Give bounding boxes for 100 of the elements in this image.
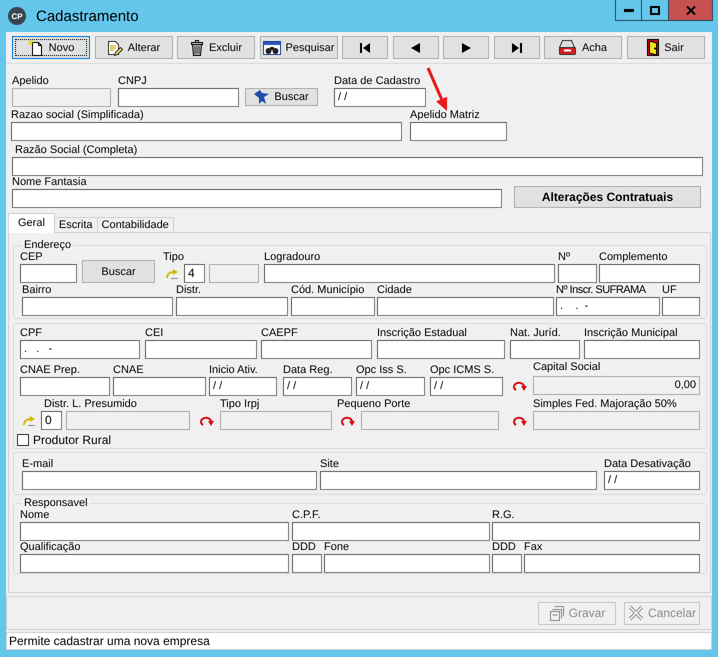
input-field[interactable] [558, 264, 597, 283]
field-label: Nome [20, 509, 50, 522]
binoculars-icon [262, 40, 281, 56]
input-field[interactable] [410, 122, 507, 141]
input-field[interactable] [261, 340, 372, 359]
circular-arrow-icon[interactable] [341, 416, 355, 426]
circular-arrow-icon[interactable] [513, 416, 527, 426]
field-label: Apelido Matriz [410, 109, 480, 122]
window-title: Cadastramento [36, 8, 139, 24]
search-button[interactable]: Buscar [82, 260, 155, 283]
input-field[interactable]: / / [209, 377, 277, 396]
field-label: Data Reg. [283, 364, 333, 377]
tab[interactable]: Geral [8, 213, 55, 233]
field-label: Cód. Município [291, 284, 364, 297]
left-triangle-icon [411, 42, 420, 52]
delete-button[interactable]: Excluir [177, 36, 255, 59]
circular-arrow-icon[interactable] [513, 380, 527, 390]
input-field[interactable] [20, 377, 110, 396]
previous-record-button[interactable] [392, 36, 438, 59]
field-label: Opc Iss S. [356, 364, 407, 377]
input-field[interactable]: . . - [556, 297, 660, 316]
next-record-button[interactable] [443, 36, 489, 59]
input-field[interactable] [320, 471, 597, 490]
input-field[interactable] [492, 522, 700, 541]
new-button[interactable]: Novo [12, 36, 90, 59]
field-label: Apelido [12, 75, 49, 88]
edit-button[interactable]: Alterar [94, 36, 172, 59]
field-label: Data Desativação [604, 458, 691, 471]
input-field[interactable] [145, 340, 257, 359]
minimize-button[interactable] [615, 0, 642, 21]
field-label: Nome Fantasia [12, 176, 87, 189]
field-label: CEI [145, 327, 164, 340]
input-field[interactable] [377, 340, 505, 359]
input-field[interactable] [292, 554, 322, 573]
curved-arrow-icon[interactable] [22, 416, 36, 426]
field-label: Tipo Irpj [220, 398, 260, 411]
field-label: Razao social (Simplificada) [11, 109, 144, 122]
input-field[interactable] [22, 297, 173, 316]
input-field[interactable]: / / [334, 88, 426, 107]
input-field[interactable] [113, 377, 206, 396]
input-field[interactable] [12, 189, 502, 208]
field-label: Opc ICMS S. [430, 364, 494, 377]
input-field[interactable] [12, 157, 703, 176]
field-label: CEP [20, 251, 43, 264]
minimize-icon [624, 8, 634, 12]
curved-arrow-icon[interactable] [165, 268, 179, 278]
field-label: Razão Social (Completa) [15, 144, 138, 157]
field-label: CNAE [113, 364, 144, 377]
field-label: R.G. [492, 509, 515, 522]
trash-icon [190, 40, 204, 56]
input-field[interactable] [324, 554, 490, 573]
input-field[interactable] [20, 264, 77, 283]
input-field[interactable]: / / [430, 377, 503, 396]
input-field[interactable] [492, 554, 522, 573]
input-field[interactable] [20, 554, 289, 573]
field-label: Cidade [377, 284, 412, 297]
find-button[interactable]: Acha [544, 36, 622, 59]
field-label: Simples Fed. Majoração 50% [533, 398, 677, 411]
field-label: Capital Social [533, 361, 600, 374]
input-field[interactable] [524, 554, 700, 573]
input-field[interactable]: . . - [20, 340, 140, 359]
input-field[interactable] [584, 340, 700, 359]
tab[interactable]: Contabilidade [96, 217, 174, 232]
input-field[interactable] [11, 122, 402, 141]
first-record-button[interactable] [342, 36, 388, 59]
input-field[interactable]: / / [356, 377, 425, 396]
input-field[interactable] [176, 297, 288, 316]
command-button[interactable]: Alterações Contratuais [514, 186, 701, 208]
field-label: CAEPF [261, 327, 298, 340]
input-field[interactable] [510, 340, 580, 359]
input-field[interactable] [662, 297, 700, 316]
exit-button[interactable]: Sair [626, 36, 704, 59]
save-icon [548, 605, 565, 621]
input-field[interactable] [377, 297, 554, 316]
input-field[interactable] [118, 88, 239, 107]
close-button[interactable] [668, 0, 713, 21]
input-field[interactable] [292, 522, 490, 541]
search-button[interactable]: Pesquisar [260, 36, 338, 59]
search-button[interactable]: Buscar [245, 88, 318, 106]
field-label: Tipo [163, 251, 184, 264]
field-label: C.P.F. [292, 509, 321, 522]
input-field[interactable] [22, 471, 317, 490]
input-field[interactable] [20, 522, 289, 541]
field-label: E-mail [22, 458, 54, 471]
input-field[interactable] [599, 264, 700, 283]
field-label: DDD [292, 541, 316, 554]
field-label: Fax [524, 541, 542, 554]
input-field[interactable] [291, 297, 375, 316]
checkbox-label[interactable]: Produtor Rural [33, 433, 112, 447]
last-record-button[interactable] [494, 36, 540, 59]
circular-arrow-icon[interactable] [200, 416, 214, 426]
status-text: Permite cadastrar uma nova empresa [9, 634, 210, 648]
input-field[interactable] [264, 264, 555, 283]
field-label: Qualificação [20, 541, 81, 554]
close-icon [686, 6, 696, 14]
input-field[interactable]: / / [604, 471, 700, 490]
checkbox[interactable] [17, 434, 29, 446]
input-field[interactable]: / / [283, 377, 352, 396]
field-label: CNPJ [118, 75, 147, 88]
field-label: Distr. [176, 284, 202, 297]
